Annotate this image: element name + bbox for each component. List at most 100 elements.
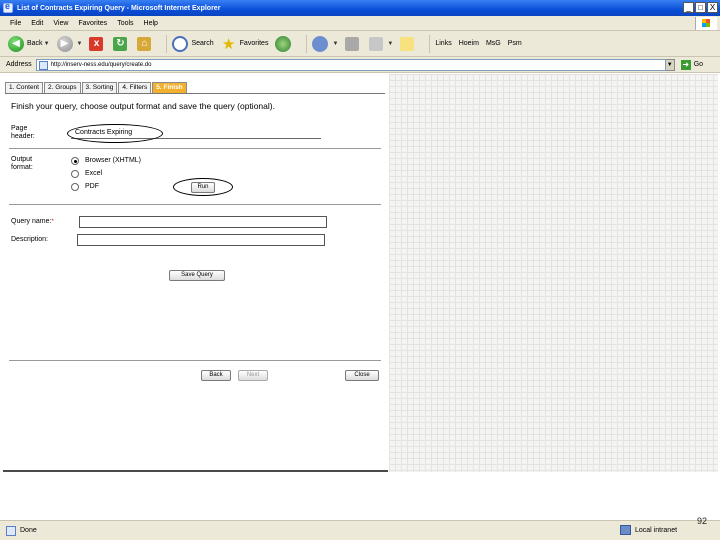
divider [9,148,381,149]
search-button[interactable]: Search [172,35,214,52]
address-bar: Address http://inserv-ness.edu/query/cre… [0,57,720,73]
toolbar: ◀ Back ▼ ▶ ▼ x ↻ ⌂ Search ★ Favorites ▼ … [0,31,720,57]
finish-form: Finish your query, choose output format … [5,93,385,391]
description-input[interactable] [77,234,325,246]
radio-pdf[interactable] [71,183,79,191]
print-button[interactable] [345,36,362,51]
maximize-button[interactable]: □ [695,2,706,13]
edit-icon [369,36,384,51]
address-input[interactable]: http://inserv-ness.edu/query/create.do [35,58,666,71]
radio-excel[interactable] [71,170,79,178]
stop-button[interactable]: x [89,36,106,51]
output-format-label: Output format: [11,156,33,172]
tab-finish[interactable]: 5. Finish [152,82,187,93]
intranet-icon [620,525,631,535]
security-zone: Local intranet [620,525,677,535]
home-button[interactable]: ⌂ [137,36,154,51]
address-label: Address [6,61,32,68]
radio-excel-label: Excel [85,170,103,177]
highlight-oval-page-header [67,124,163,143]
windows-logo-icon [695,17,717,30]
printer-icon [345,36,360,51]
mail-button[interactable]: ▼ [312,35,338,52]
toolbar-separator [166,34,168,53]
edit-dropdown-icon[interactable]: ▼ [387,41,393,47]
media-button[interactable] [275,35,294,52]
toolbar-separator [306,34,308,53]
link-psm[interactable]: Psm [508,40,522,47]
next-nav-button: Next [238,370,268,381]
menu-bar: File Edit View Favorites Tools Help [0,16,720,31]
description-label: Description: [11,236,48,243]
go-arrow-icon: ➜ [680,59,691,70]
links-label: Links [435,40,452,47]
background-pattern [389,74,718,472]
back-arrow-icon: ◀ [8,35,24,52]
step-tabs: 1. Content 2. Groups 3. Sorting 4. Filte… [5,82,188,93]
favorites-label: Favorites [239,40,269,47]
link-msg[interactable]: MsG [486,40,501,47]
radio-browser-label: Browser (XHTML) [85,157,142,164]
mail-dropdown-icon[interactable]: ▼ [332,41,338,47]
forward-button[interactable]: ▶ ▼ [56,35,83,52]
refresh-button[interactable]: ↻ [113,36,130,51]
back-label: Back [27,40,43,47]
menu-edit[interactable]: Edit [31,20,43,27]
tab-groups[interactable]: 2. Groups [44,82,81,93]
stop-icon: x [89,36,104,51]
go-button[interactable]: ➜ Go [680,59,704,70]
output-format-label-line1: Output [11,156,33,163]
save-query-button[interactable]: Save Query [169,270,225,281]
page-content: 1. Content 2. Groups 3. Sorting 4. Filte… [3,74,718,520]
page-header-label-line2: header: [11,133,35,140]
menu-help[interactable]: Help [144,20,158,27]
slide-number: 92 [697,516,708,526]
divider [9,360,381,361]
query-name-label-text: Query name: [11,218,52,225]
home-icon: ⌂ [137,36,152,51]
title-bar: List of Contracts Expiring Query - Micro… [0,0,720,16]
window-title: List of Contracts Expiring Query - Micro… [17,4,221,12]
notes-button[interactable] [400,36,417,51]
status-bar: Done Local intranet [0,520,720,540]
menu-tools[interactable]: Tools [117,20,133,27]
menu-view[interactable]: View [53,20,68,27]
zone-label: Local intranet [635,526,678,534]
menu-favorites[interactable]: Favorites [78,20,107,27]
media-icon [275,35,292,52]
window-controls: _ □ X [683,2,718,13]
status-text: Done [20,527,37,534]
favorites-button[interactable]: ★ Favorites [221,36,269,53]
minimize-button[interactable]: _ [683,2,694,13]
address-dropdown-icon[interactable]: ▼ [664,58,675,71]
query-name-input[interactable] [79,216,327,228]
go-label: Go [693,61,704,68]
link-hoeim[interactable]: Hoeim [459,40,479,47]
close-nav-button[interactable]: Close [345,370,379,381]
tab-sorting[interactable]: 3. Sorting [81,82,118,93]
page-header-label: Page header: [11,125,35,141]
page-header-label-line1: Page [11,125,28,132]
back-button[interactable]: ◀ Back ▼ [8,35,50,52]
radio-browser[interactable] [71,157,79,165]
edit-button[interactable]: ▼ [369,36,393,51]
required-mark: * [51,219,54,225]
back-nav-button[interactable]: Back [201,370,231,381]
back-dropdown-icon[interactable]: ▼ [44,41,50,47]
content-bottom-rule [3,470,388,472]
forward-dropdown-icon[interactable]: ▼ [77,41,83,47]
close-window-button[interactable]: X [707,2,718,13]
ie-icon [3,1,13,13]
menu-file[interactable]: File [10,20,21,27]
mail-icon [312,35,329,52]
search-label: Search [191,40,214,47]
tab-filters[interactable]: 4. Filters [118,82,152,93]
forward-arrow-icon: ▶ [56,35,73,52]
divider [9,204,381,205]
search-icon [172,35,189,52]
page-done-icon [6,525,16,536]
refresh-icon: ↻ [113,36,128,51]
radio-pdf-label: PDF [85,183,99,190]
address-url: http://inserv-ness.edu/query/create.do [50,61,152,68]
tab-content[interactable]: 1. Content [5,82,43,93]
